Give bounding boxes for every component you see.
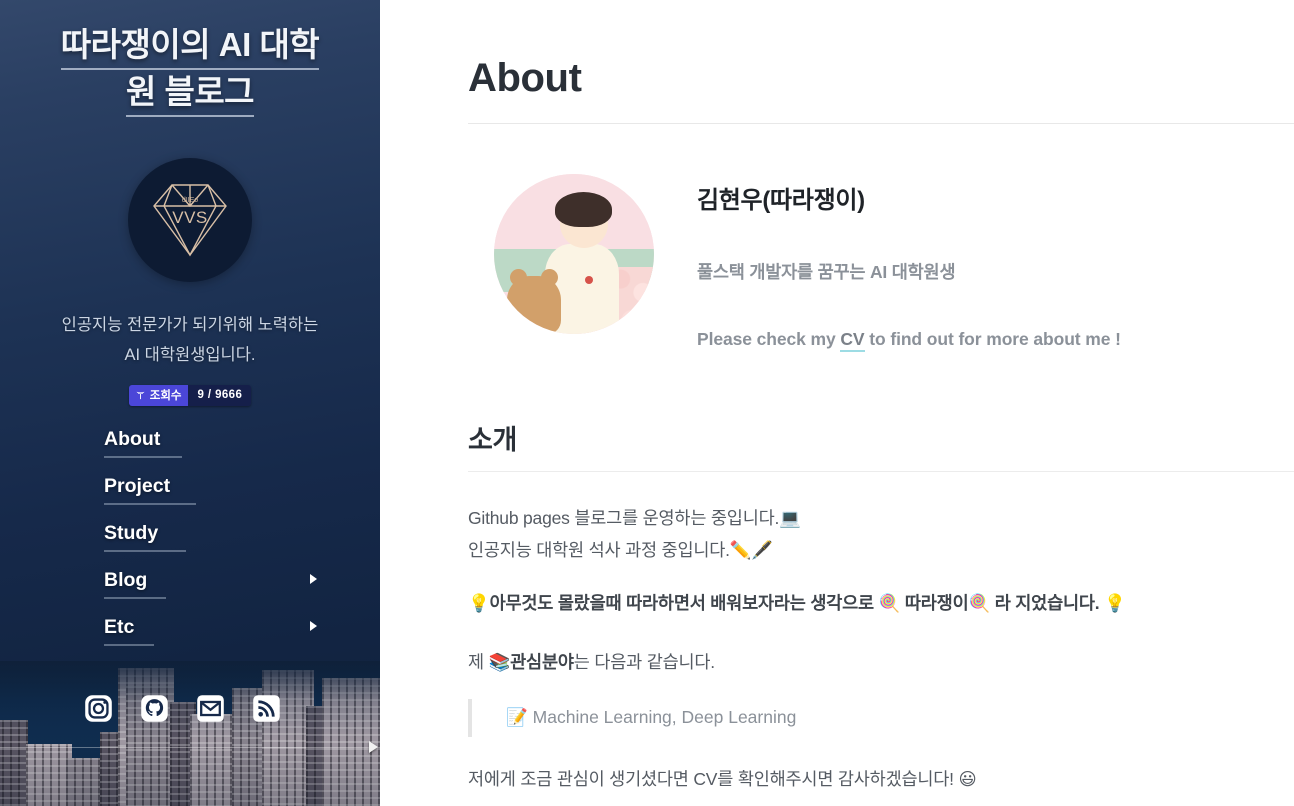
instagram-icon xyxy=(85,695,112,722)
nickname-text-c: 라 지었습니다. xyxy=(990,592,1105,613)
tagline-line-2: AI 대학원생입니다. xyxy=(124,346,256,365)
profile-text: 김현우(따라쟁이) 풀스택 개발자를 꿈꾸는 AI 대학원생 Please ch… xyxy=(654,174,1121,352)
profile-card: 김현우(따라쟁이) 풀스택 개발자를 꿈꾸는 AI 대학원생 Please ch… xyxy=(468,174,1294,352)
interests-prefix: 제 xyxy=(468,651,489,672)
sidebar-item-about[interactable]: About xyxy=(104,428,182,458)
sidebar-tagline: 인공지능 전문가가 되기위해 노력하는 AI 대학원생입니다. xyxy=(25,310,355,371)
site-title-line-2: 원 블로그 xyxy=(125,72,255,117)
interests-suffix: 는 다음과 같습니다. xyxy=(573,651,715,672)
pencil-pen-icon: ✏️🖋️ xyxy=(729,540,773,561)
profile-name: 김현우(따라쟁이) xyxy=(697,187,865,214)
sidebar-toggle-button[interactable] xyxy=(369,741,378,753)
logo-subtext: dIIEo xyxy=(182,197,198,204)
sidebar: 따라쟁이의 AI 대학 원 블로그 dIIEo VVS 인공지능 전문가가 되기… xyxy=(0,0,380,806)
laptop-icon: 💻 xyxy=(779,509,801,529)
github-link[interactable] xyxy=(140,694,169,723)
bulb-icon-end: 💡 xyxy=(1104,593,1126,614)
cityscape-overlay xyxy=(0,661,380,806)
email-link[interactable] xyxy=(196,694,225,723)
interests-value: Machine Learning, Deep Learning xyxy=(532,706,797,727)
sidebar-item-study[interactable]: Study xyxy=(104,522,186,552)
section-title-intro: 소개 xyxy=(468,425,518,455)
github-icon xyxy=(141,695,168,722)
intro-line-1: Github pages 블로그를 운영하는 중입니다. xyxy=(468,508,780,528)
interests-keyword: 관심분야 xyxy=(510,651,574,672)
site-title-line-1: 따라쟁이의 AI 대학 xyxy=(60,26,320,70)
profile-cv-line: Please check my CV to find out for more … xyxy=(697,329,1121,352)
books-icon: 📚 xyxy=(488,652,511,673)
main-content: About 김현우(따라쟁이) 풀스택 개발자를 꿈꾸는 AI 대학원생 Ple… xyxy=(380,0,1294,806)
closing-text: 저에게 조금 관심이 생기셨다면 CV를 확인해주시면 감사하겠습니다! xyxy=(468,769,959,790)
chevron-right-icon[interactable] xyxy=(310,620,317,631)
nickname-text-b: 따라쟁이 xyxy=(900,592,969,613)
profile-subtitle: 풀스택 개발자를 꿈꾸는 AI 대학원생 xyxy=(697,262,956,282)
interests-blockquote: 📝 Machine Learning, Deep Learning xyxy=(468,698,1294,738)
social-links xyxy=(0,694,380,723)
badge-value: 9 / 9666 xyxy=(188,384,252,406)
sidebar-item-label: About xyxy=(104,427,161,450)
tesla-icon xyxy=(136,391,145,399)
sidebar-item-project[interactable]: Project xyxy=(104,475,196,505)
sidebar-item-blog[interactable]: Blog xyxy=(104,568,317,599)
avatar-teddy-bear xyxy=(506,269,562,334)
cv-prefix-text: Please check my xyxy=(697,329,841,349)
bulb-icon-start: 💡 xyxy=(468,593,490,614)
sidebar-item-label: Blog xyxy=(104,568,148,591)
interests-intro-paragraph: 제 📚관심분야는 다음과 같습니다. xyxy=(468,647,1294,679)
sidebar-item-etc[interactable]: Etc xyxy=(104,615,317,646)
avatar-person-hair xyxy=(554,191,613,227)
rss-icon xyxy=(253,695,280,722)
instagram-link[interactable] xyxy=(84,694,113,723)
sidebar-cityscape-photo xyxy=(0,661,380,806)
diamond-logo-icon: dIIEo VVS xyxy=(153,184,227,257)
cv-link[interactable]: CV xyxy=(840,329,865,352)
page-title: About xyxy=(468,56,582,100)
badge-label-section: 조회수 xyxy=(128,384,189,406)
view-count-badge[interactable]: 조회수 9 / 9666 xyxy=(128,384,252,406)
tagline-line-1: 인공지능 전문가가 되기위해 노력하는 xyxy=(61,315,319,334)
lollipop-icon-2: 🍭 xyxy=(968,593,991,614)
nickname-text-a: 아무것도 몰랐을때 따라하면서 배워보자라는 생각으로 xyxy=(489,592,879,613)
sidebar-item-label: Etc xyxy=(104,615,135,638)
memo-icon: 📝 xyxy=(506,707,528,728)
section-divider xyxy=(468,471,1294,472)
intro-paragraph-1: Github pages 블로그를 운영하는 중입니다.💻 인공지능 대학원 석… xyxy=(468,503,1294,567)
lollipop-icon-1: 🍭 xyxy=(878,593,901,614)
email-icon xyxy=(197,695,224,722)
chevron-right-icon[interactable] xyxy=(310,573,317,584)
sidebar-item-label: Study xyxy=(104,521,159,544)
closing-paragraph: 저에게 조금 관심이 생기셨다면 CV를 확인해주시면 감사하겠습니다! 😃 xyxy=(468,764,1294,796)
title-divider xyxy=(468,123,1294,124)
grinning-face-icon: 😃 xyxy=(958,770,977,791)
intro-paragraph-2: 💡아무것도 몰랐을때 따라하면서 배워보자라는 생각으로 🍭 따라쟁이🍭 라 지… xyxy=(468,588,1294,620)
sidebar-divider xyxy=(0,747,380,748)
intro-line-2: 인공지능 대학원 석사 과정 중입니다. xyxy=(468,539,730,560)
sidebar-nav: About Project Study Blog Etc xyxy=(0,428,380,646)
rss-link[interactable] xyxy=(252,694,281,723)
blog-page: 따라쟁이의 AI 대학 원 블로그 dIIEo VVS 인공지능 전문가가 되기… xyxy=(0,0,1294,806)
logo-text: VVS xyxy=(172,208,208,227)
sidebar-item-label: Project xyxy=(104,474,171,497)
badge-label: 조회수 xyxy=(149,390,182,403)
cv-suffix-text: to find out for more about me ! xyxy=(864,329,1121,349)
site-logo[interactable]: dIIEo VVS xyxy=(128,157,252,282)
site-title[interactable]: 따라쟁이의 AI 대학 원 블로그 xyxy=(0,0,380,117)
avatar xyxy=(494,174,654,334)
